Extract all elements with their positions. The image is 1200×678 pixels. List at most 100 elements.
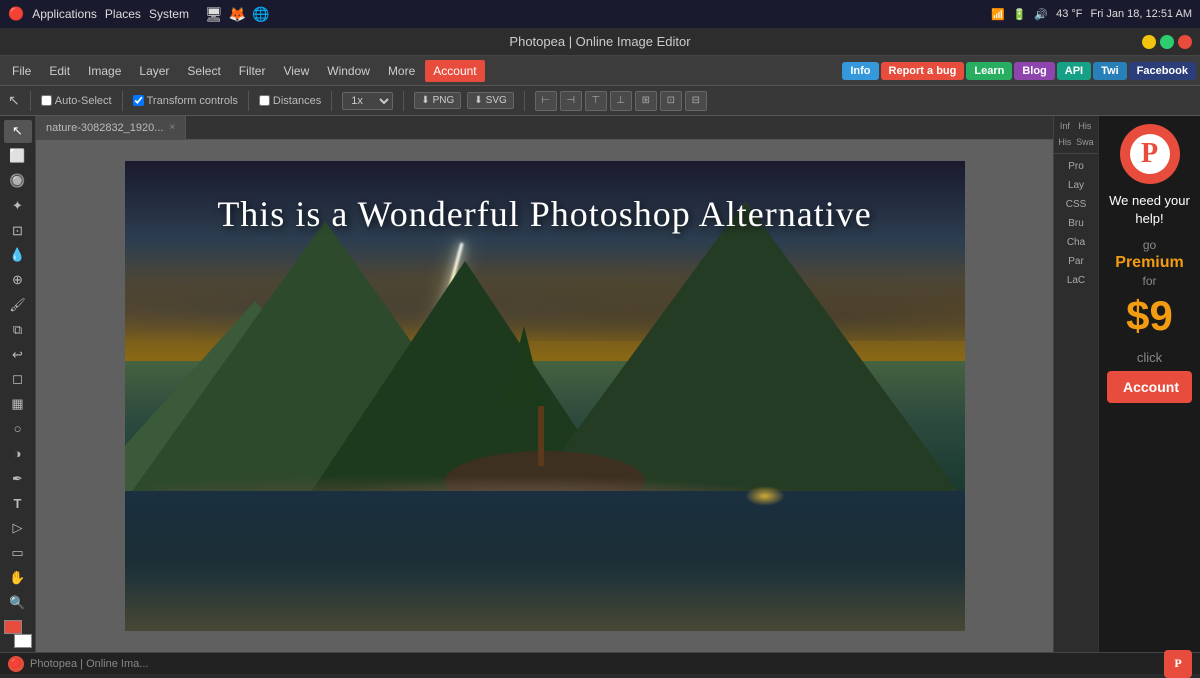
menu-file[interactable]: File [4, 60, 39, 82]
ad-panel: P We need your help! go Premium for $9 c… [1098, 116, 1200, 652]
panel-item-bru[interactable]: Bru [1056, 215, 1096, 232]
menu-view[interactable]: View [275, 60, 317, 82]
move-tool[interactable]: ↖ [4, 120, 32, 143]
ad-price: $9 [1126, 292, 1173, 340]
transform-controls-checkbox-group[interactable]: Transform controls [133, 95, 238, 107]
nav-learn-button[interactable]: Learn [966, 62, 1012, 80]
nav-info-button[interactable]: Info [842, 62, 878, 80]
volume-icon: 🔊 [1034, 8, 1048, 21]
menu-bar: File Edit Image Layer Select Filter View… [0, 56, 1200, 86]
zoom-tool[interactable]: 🔍 [4, 591, 32, 614]
water-reflection [125, 491, 965, 631]
places-label[interactable]: Places [105, 7, 141, 21]
menu-filter[interactable]: Filter [231, 60, 274, 82]
document-tab[interactable]: nature-3082832_1920... × [36, 116, 186, 140]
ad-click-text: click [1137, 350, 1162, 365]
download-svg-icon: ⬇ [474, 95, 482, 106]
transform-controls-label: Transform controls [147, 95, 238, 107]
panel-item-cha[interactable]: Cha [1056, 234, 1096, 251]
system-label[interactable]: System [149, 7, 189, 21]
dodge-tool[interactable]: ◑ [4, 442, 32, 465]
shape-tool[interactable]: ▭ [4, 542, 32, 565]
magic-wand-tool[interactable]: ✦ [4, 194, 32, 217]
ad-logo-letter: P [1141, 138, 1158, 170]
ad-account-button[interactable]: Account [1107, 371, 1192, 403]
system-bar: 🔴 Applications Places System 🖥 🦊 🌐 📶 🔋 🔊… [0, 0, 1200, 28]
lasso-tool[interactable]: 🔘 [4, 170, 32, 193]
zoom-select[interactable]: 1x 2x 0.5x [342, 92, 393, 110]
nav-api-button[interactable]: API [1057, 62, 1091, 80]
ad-premium-label: Premium [1115, 254, 1183, 272]
title-bar: Photopea | Online Image Editor [0, 28, 1200, 56]
export-svg-button[interactable]: ⬇ SVG [467, 92, 514, 109]
menu-layer[interactable]: Layer [131, 60, 177, 82]
tab-bar: nature-3082832_1920... × [36, 116, 1053, 140]
crop-tool[interactable]: ⊡ [4, 219, 32, 242]
menu-more[interactable]: More [380, 60, 423, 82]
align-top-button[interactable]: ⊥ [610, 91, 632, 111]
clone-tool[interactable]: ⧉ [4, 318, 32, 341]
align-bottom-button[interactable]: ⊡ [660, 91, 682, 111]
align-center-h-button[interactable]: ⊞ [635, 91, 657, 111]
download-icon: ⬇ [421, 95, 429, 106]
auto-select-checkbox[interactable] [41, 95, 52, 106]
tree-left [521, 326, 561, 466]
select-tool[interactable]: ⬜ [4, 145, 32, 168]
text-tool[interactable]: T [4, 492, 32, 515]
panel-tab-swa[interactable]: Swa [1074, 135, 1096, 150]
canvas-image: This is a Wonderful Photoshop Alternativ… [125, 161, 965, 631]
tab-close-button[interactable]: × [169, 122, 175, 133]
menu-select[interactable]: Select [179, 60, 228, 82]
menu-edit[interactable]: Edit [41, 60, 78, 82]
panel-item-lay[interactable]: Lay [1056, 177, 1096, 194]
applications-label[interactable]: Applications [32, 7, 97, 21]
transform-controls-checkbox[interactable] [133, 95, 144, 106]
minimize-button[interactable] [1142, 35, 1156, 49]
align-left-button[interactable]: ⊢ [535, 91, 557, 111]
path-select-tool[interactable]: ▷ [4, 517, 32, 540]
pen-tool[interactable]: ✒ [4, 467, 32, 490]
auto-select-checkbox-group[interactable]: Auto-Select [41, 95, 112, 107]
blur-tool[interactable]: ○ [4, 418, 32, 441]
export-png-button[interactable]: ⬇ PNG [414, 92, 461, 109]
panel-item-par[interactable]: Par [1056, 253, 1096, 270]
maximize-button[interactable] [1160, 35, 1174, 49]
history-brush-tool[interactable]: ↩ [4, 343, 32, 366]
panel-tab-inf[interactable]: Inf [1056, 119, 1073, 134]
ad-logo: P [1120, 124, 1180, 184]
menu-account[interactable]: Account [425, 60, 484, 82]
network-icon: 📶 [991, 8, 1005, 21]
nav-twi-button[interactable]: Twi [1093, 62, 1127, 80]
status-bar: 🔴 Photopea | Online Ima... P [0, 652, 1200, 674]
align-center-v-button[interactable]: ⊣ [560, 91, 582, 111]
panel-item-pro[interactable]: Pro [1056, 158, 1096, 175]
close-button[interactable] [1178, 35, 1192, 49]
panel-tab-his1[interactable]: His [1056, 135, 1073, 150]
color-swatches[interactable] [4, 620, 32, 648]
eraser-tool[interactable]: ◻ [4, 368, 32, 391]
panel-tabs-top: Inf His His Swa [1054, 116, 1098, 154]
temp-display: 43 °F [1056, 8, 1082, 20]
nav-facebook-button[interactable]: Facebook [1129, 62, 1196, 80]
datetime-display: Fri Jan 18, 12:51 AM [1091, 8, 1193, 20]
brush-tool[interactable]: 🖌 [4, 294, 32, 317]
spot-heal-tool[interactable]: ⊕ [4, 269, 32, 292]
align-right-button[interactable]: ⊤ [585, 91, 607, 111]
status-app-icon: 🔴 [8, 656, 24, 672]
panel-item-lac[interactable]: LaC [1056, 272, 1096, 289]
canvas-viewport[interactable]: This is a Wonderful Photoshop Alternativ… [36, 140, 1053, 652]
distances-checkbox-group[interactable]: Distances [259, 95, 321, 107]
hand-tool[interactable]: ✋ [4, 566, 32, 589]
gradient-tool[interactable]: ▦ [4, 393, 32, 416]
nav-bug-button[interactable]: Report a bug [881, 62, 965, 80]
panel-item-css[interactable]: CSS [1056, 196, 1096, 213]
panel-tab-his2[interactable]: His [1074, 119, 1096, 134]
browser-icon-firefox: 🦊 [229, 6, 246, 23]
menu-window[interactable]: Window [319, 60, 378, 82]
eyedropper-tool[interactable]: 💧 [4, 244, 32, 267]
glow-light [745, 486, 785, 506]
distances-checkbox[interactable] [259, 95, 270, 106]
distribute-button[interactable]: ⊟ [685, 91, 707, 111]
menu-image[interactable]: Image [80, 60, 129, 82]
nav-blog-button[interactable]: Blog [1014, 62, 1054, 80]
